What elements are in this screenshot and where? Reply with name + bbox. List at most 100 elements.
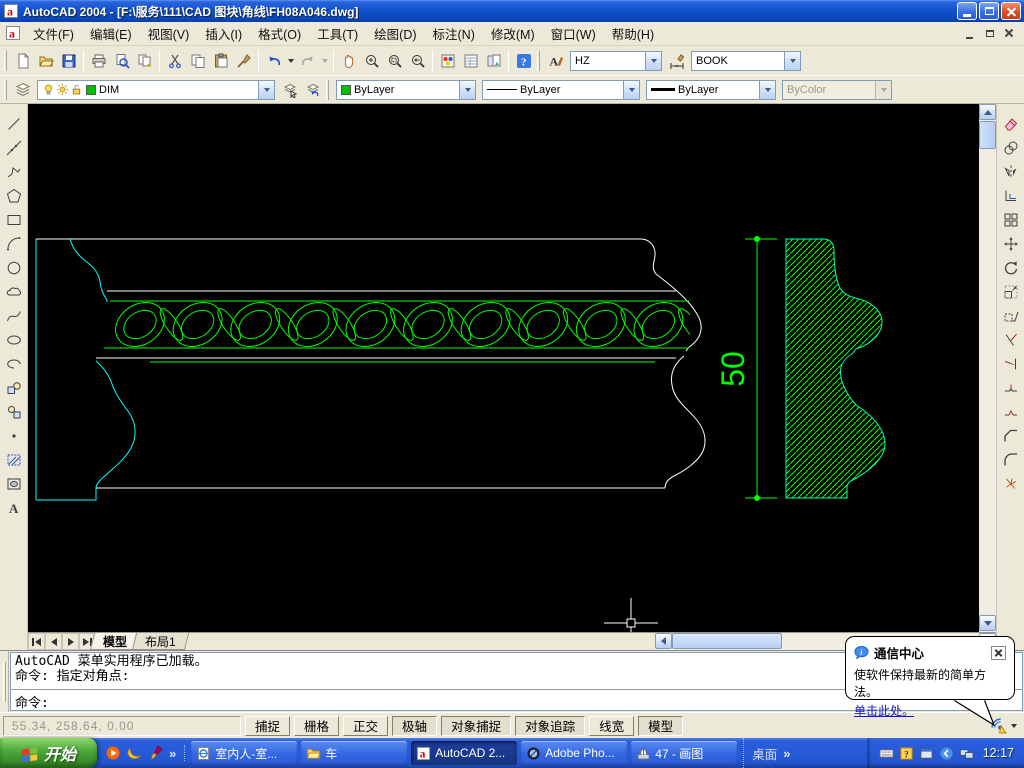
tab-layout1[interactable]: 布局1 [131,633,189,650]
linetype-combo[interactable]: ByLayer [482,79,640,100]
circle-button[interactable] [2,256,26,280]
explode-button[interactable] [999,472,1023,496]
publish-button[interactable] [133,49,156,72]
tab-first-button[interactable] [28,633,45,650]
toolbar-grip[interactable] [326,79,329,100]
tab-prev-button[interactable] [45,633,62,650]
status-toggle-捕捉[interactable]: 捕捉 [245,715,291,736]
make-block-button[interactable] [2,400,26,424]
pan-button[interactable] [337,49,360,72]
menu-item[interactable]: 文件(F) [25,21,82,46]
mirror-button[interactable] [999,160,1023,184]
menu-item[interactable]: 帮助(H) [604,21,662,46]
break-button[interactable] [999,400,1023,424]
revcloud-button[interactable] [2,280,26,304]
polyline-button[interactable] [2,160,26,184]
status-toggle-正交[interactable]: 正交 [343,715,389,736]
drawing-canvas[interactable]: 50 [28,104,979,632]
undo-dropdown-button[interactable] [285,49,296,72]
tray-network[interactable] [959,746,974,761]
plot-preview-button[interactable] [110,49,133,72]
layer-combo[interactable]: DIM [37,79,275,100]
copy-object-button[interactable] [999,136,1023,160]
tray-keyboard[interactable] [879,746,894,761]
lineweight-dropdown-arrow[interactable] [759,80,775,99]
designcenter-button[interactable] [482,49,505,72]
quick-launch-overflow-chevron[interactable]: » [169,746,176,761]
menu-item[interactable]: 视图(V) [140,21,198,46]
scroll-left-button[interactable] [655,633,672,649]
toolbar-grip[interactable] [537,50,540,71]
rectangle-button[interactable] [2,208,26,232]
break-at-point-button[interactable] [999,376,1023,400]
text-style-value[interactable]: HZ [571,55,645,67]
minimize-button[interactable] [957,2,977,20]
plot-button[interactable] [87,49,110,72]
taskbar-task[interactable]: a AutoCAD 2... [411,741,518,765]
horizontal-scroll-thumb[interactable] [672,633,782,649]
linetype-value[interactable]: ByLayer [520,84,560,96]
open-button[interactable] [34,49,57,72]
undo-button[interactable] [262,49,285,72]
chamfer-button[interactable] [999,424,1023,448]
toolbar-grip[interactable] [4,79,7,100]
redo-button[interactable] [296,49,319,72]
menu-item[interactable]: 绘图(D) [366,21,424,46]
zoom-window-button[interactable] [383,49,406,72]
tray-window-tray[interactable] [919,746,934,761]
quick-launch-media-player[interactable] [105,745,121,761]
line-button[interactable] [2,112,26,136]
move-button[interactable] [999,232,1023,256]
document-icon[interactable]: a [5,25,22,42]
mtext-button[interactable]: A [2,496,26,520]
fillet-button[interactable] [999,448,1023,472]
vertical-scrollbar[interactable] [979,104,996,632]
dim-style-dropdown-arrow[interactable] [784,51,800,70]
layer-value[interactable]: DIM [99,84,119,96]
zoom-realtime-button[interactable] [360,49,383,72]
tray-collapse[interactable] [939,745,954,761]
text-style-dropdown-arrow[interactable] [645,51,661,70]
doc-restore-button[interactable] [981,26,998,41]
color-combo[interactable]: ByLayer [336,79,476,100]
status-toggle-模型[interactable]: 模型 [638,715,684,736]
linetype-dropdown-arrow[interactable] [623,80,639,99]
scroll-up-button[interactable] [979,104,996,120]
tray-dropdown-icon[interactable] [1011,723,1017,728]
status-toggle-线宽[interactable]: 线宽 [589,715,635,736]
new-button[interactable] [11,49,34,72]
point-button[interactable] [2,424,26,448]
doc-minimize-button[interactable] [961,26,978,41]
start-button[interactable]: 开始 [0,738,97,768]
region-button[interactable] [2,472,26,496]
doc-close-button[interactable] [1001,26,1018,41]
balloon-close-button[interactable] [991,645,1006,660]
taskbar-task[interactable]: Adobe Pho... [521,741,628,765]
construction-line-button[interactable] [2,136,26,160]
cut-button[interactable] [163,49,186,72]
dim-style-combo[interactable]: BOOK [691,50,801,71]
scale-button[interactable] [999,280,1023,304]
menu-item[interactable]: 编辑(E) [82,21,140,46]
tab-next-button[interactable] [62,633,79,650]
properties-button[interactable] [459,49,482,72]
polygon-button[interactable] [2,184,26,208]
trim-button[interactable] [999,328,1023,352]
scroll-down-button[interactable] [979,615,996,631]
quick-launch-brush[interactable] [149,745,165,761]
menu-item[interactable]: 标注(N) [425,21,483,46]
stretch-button[interactable] [999,304,1023,328]
taskbar-task[interactable]: 车 [301,741,408,765]
color-dropdown-arrow[interactable] [459,80,475,99]
quick-launch-swoosh[interactable] [127,745,143,761]
desktop-label[interactable]: 桌面 [752,744,777,763]
restore-button[interactable] [979,2,999,20]
make-layer-current-button[interactable] [278,78,301,101]
help-button[interactable]: ? [512,49,535,72]
arc-button[interactable] [2,232,26,256]
copy-button[interactable] [186,49,209,72]
layer-manager-button[interactable] [11,78,34,101]
spline-button[interactable] [2,304,26,328]
ellipse-arc-button[interactable] [2,352,26,376]
status-toggle-栅格[interactable]: 栅格 [294,715,340,736]
